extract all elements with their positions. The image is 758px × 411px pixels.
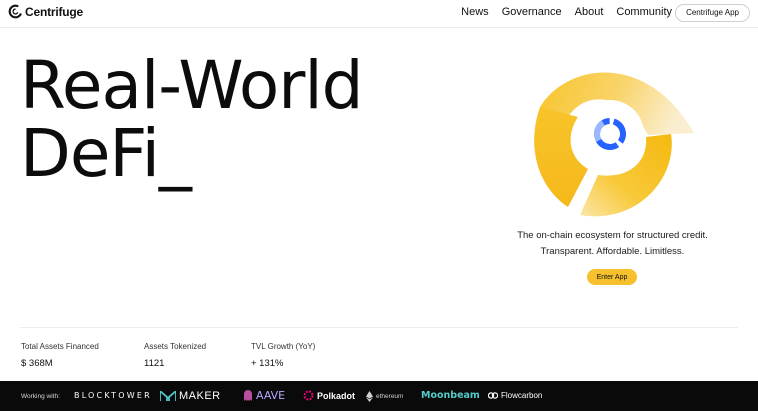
- maker-logo-icon: [160, 391, 176, 401]
- working-with-label: Working with:: [21, 393, 60, 400]
- partner-ethereum[interactable]: ethereum: [366, 391, 403, 402]
- tagline-line-2: Transparent. Affordable. Limitless.: [540, 246, 685, 257]
- hero-title-line-1: Real-World: [20, 47, 364, 124]
- blocktower-logo-icon: BLOCKTOWER: [74, 391, 152, 400]
- main-nav: News Governance About Community: [461, 6, 672, 18]
- hero-tagline: The on-chain ecosystem for structured cr…: [470, 228, 755, 260]
- partner-flowcarbon[interactable]: Flowcarbon: [488, 391, 542, 400]
- nav-news[interactable]: News: [461, 6, 489, 18]
- partner-logo-bar: Working with: BLOCKTOWER MAKER AAVE Polk…: [0, 381, 758, 411]
- stat-value: $ 368M: [21, 358, 53, 369]
- tagline-line-1: The on-chain ecosystem for structured cr…: [517, 230, 708, 241]
- top-nav-bar: Centrifuge News Governance About Communi…: [0, 0, 758, 28]
- partner-polkadot[interactable]: Polkadot: [303, 390, 355, 401]
- polkadot-logo-text: Polkadot: [317, 390, 356, 401]
- aave-ghost-icon: [244, 390, 252, 401]
- partner-moonbeam[interactable]: Moonbeam: [421, 390, 480, 401]
- ethereum-logo-text: ethereum: [376, 393, 404, 400]
- stat-tvl-growth: TVL Growth (YoY) + 131%: [251, 342, 315, 369]
- enter-app-button[interactable]: Enter App: [587, 269, 637, 285]
- stat-label: Total Assets Financed: [21, 342, 99, 351]
- partner-aave[interactable]: AAVE: [243, 389, 285, 402]
- stat-label: Assets Tokenized: [144, 342, 207, 351]
- centrifuge-app-button[interactable]: Centrifuge App: [675, 4, 750, 22]
- flowcarbon-leaf-icon: [488, 392, 498, 399]
- flowcarbon-logo-text: Flowcarbon: [501, 391, 543, 400]
- hero-title: Real-World DeFi_: [20, 47, 364, 192]
- aave-logo-text: AAVE: [256, 389, 286, 402]
- stat-assets-tokenized: Assets Tokenized 1121: [144, 342, 206, 369]
- stat-value: + 131%: [251, 358, 284, 369]
- centrifuge-logo[interactable]: Centrifuge: [8, 4, 83, 19]
- partner-maker[interactable]: MAKER: [160, 390, 221, 402]
- nav-community[interactable]: Community: [616, 6, 672, 18]
- ethereum-diamond-icon: [366, 391, 373, 402]
- polkadot-icon: [303, 390, 314, 401]
- stat-total-assets: Total Assets Financed $ 368M: [21, 342, 99, 369]
- maker-logo-text: MAKER: [179, 390, 221, 402]
- nav-governance[interactable]: Governance: [502, 6, 562, 18]
- hero-swirl-illustration: [534, 72, 694, 217]
- brand-name: Centrifuge: [25, 4, 84, 19]
- partner-blocktower[interactable]: BLOCKTOWER: [74, 391, 152, 400]
- moonbeam-logo-text: Moonbeam: [421, 390, 480, 401]
- stat-label: TVL Growth (YoY): [251, 342, 316, 351]
- centrifuge-mark-icon: [8, 4, 23, 19]
- nav-about[interactable]: About: [575, 6, 604, 18]
- stats-divider: [20, 327, 738, 328]
- stat-value: 1121: [144, 358, 165, 369]
- hero-title-line-2: DeFi_: [20, 115, 192, 192]
